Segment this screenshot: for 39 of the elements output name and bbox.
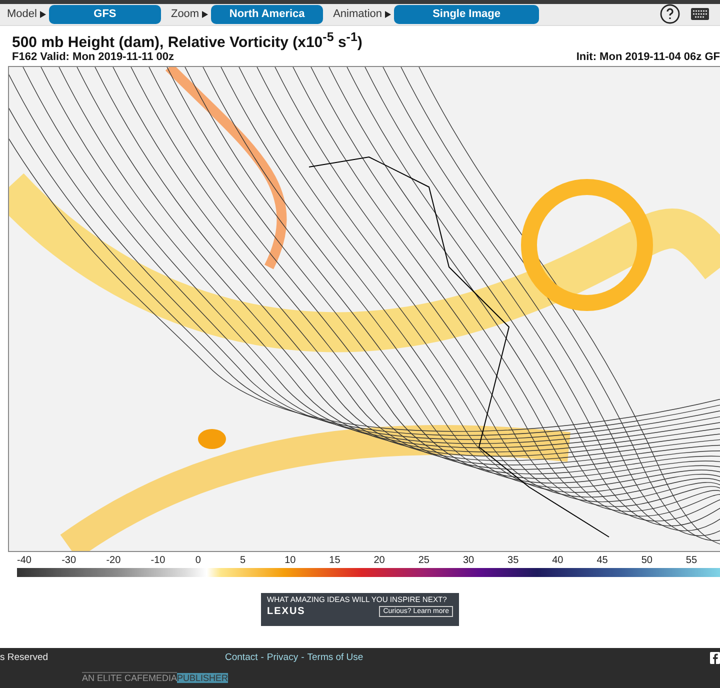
init-time: Init: Mon 2019-11-04 06z GF — [576, 50, 720, 63]
colorbar-tick: 30 — [462, 555, 476, 566]
brand-logo: LEXUS — [267, 606, 306, 617]
help-icon[interactable] — [660, 4, 680, 24]
colorbar-tick: 35 — [508, 555, 520, 566]
colorbar-tick: 45 — [596, 555, 609, 566]
publisher-text: AN ELITE CAFEMEDIA — [82, 672, 178, 684]
link-separator: - — [260, 652, 264, 664]
toolbar-label: Animation — [333, 8, 382, 20]
footer-link[interactable]: Privacy — [266, 652, 298, 664]
copyright-text: s Reserved — [0, 652, 50, 664]
colorbar-tick: -30 — [62, 555, 78, 566]
colorbar-tick: 40 — [552, 555, 564, 566]
triangle-icon — [40, 10, 46, 18]
triangle-icon — [202, 10, 208, 18]
footer-link[interactable]: Contact — [225, 652, 258, 664]
link-separator: - — [301, 652, 304, 664]
toolbar-label: Model — [7, 8, 37, 20]
colorbar-tick: 10 — [284, 555, 297, 566]
colorbar-tick: 0 — [195, 555, 202, 566]
colorbar-tick: 55 — [686, 555, 698, 566]
footer-link[interactable]: Terms of Use — [307, 652, 364, 664]
colorbar-tick: 50 — [641, 555, 654, 566]
colorbar-tick: -20 — [106, 555, 122, 566]
colorbar-tick: 5 — [240, 555, 247, 566]
dropdown-button[interactable]: Single Image — [394, 4, 540, 24]
triangle-icon — [385, 10, 392, 18]
colorbar-tick: 25 — [418, 555, 430, 566]
colorbar-tick: -40 — [17, 555, 32, 566]
toolbar-label: Zoom — [170, 8, 200, 20]
map-title: 500 mb Height (dam), Relative Vorticity (x10$^{-5}$ s$^{-1}$) — [12, 30, 364, 51]
facebook-icon[interactable] — [710, 652, 720, 664]
colorbar-tick: -10 — [150, 555, 166, 566]
publisher-tag: PUBLISHER — [177, 672, 228, 683]
dropdown-button[interactable]: GFS — [48, 4, 161, 24]
dropdown-button[interactable]: North America — [211, 4, 324, 24]
valid-time: F162 Valid: Mon 2019-11-11 00z — [12, 50, 174, 63]
colorbar-tick: 20 — [374, 555, 386, 566]
colorbar-tick: 15 — [329, 555, 342, 566]
